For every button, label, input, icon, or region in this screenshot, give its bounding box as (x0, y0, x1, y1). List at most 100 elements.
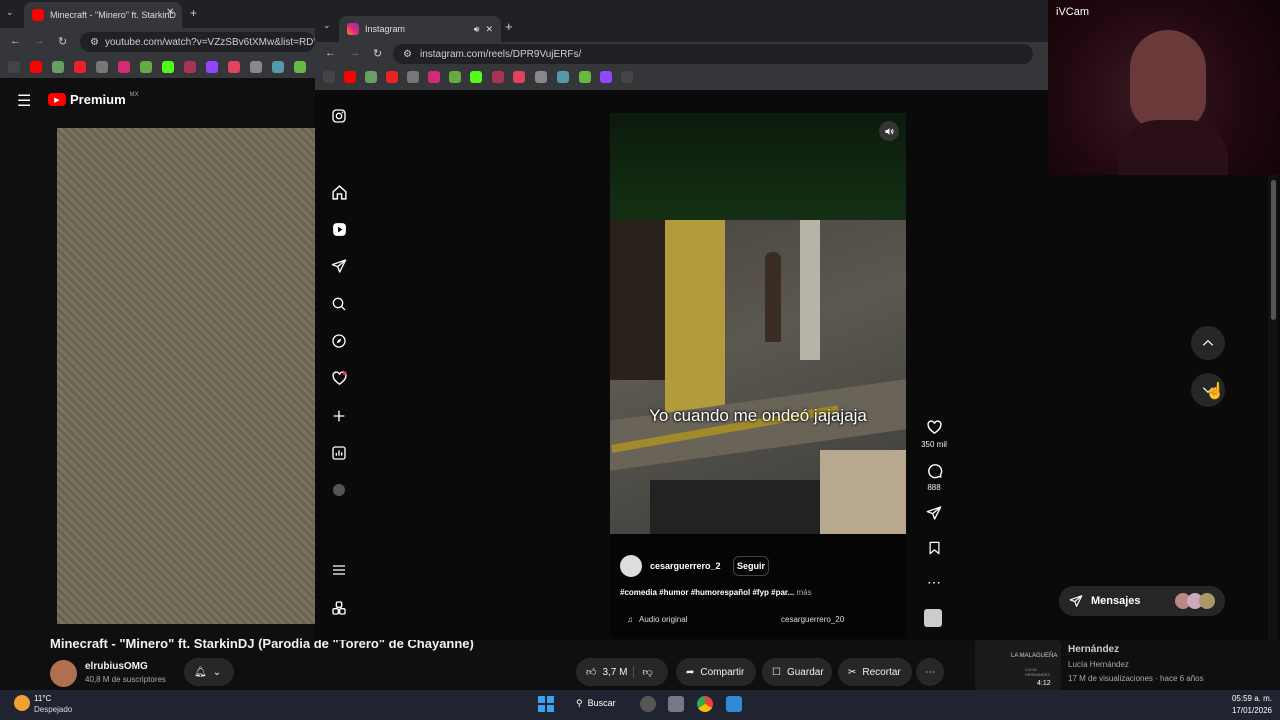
bookmark-instagram-icon[interactable] (118, 61, 130, 73)
profile-avatar-icon[interactable] (329, 480, 349, 500)
bookmark-tool-icon[interactable] (557, 71, 569, 83)
chrome-icon[interactable] (697, 696, 713, 712)
bookmark-ext-icon[interactable] (140, 61, 152, 73)
reel-user-avatar[interactable] (620, 555, 642, 577)
bookmark-twitch-icon[interactable] (206, 61, 218, 73)
chevron-up-icon[interactable] (1191, 326, 1225, 360)
site-info-icon: ⚙ (90, 36, 99, 48)
bookmark-s-icon[interactable] (96, 61, 108, 73)
channel-name[interactable]: elrubiusOMG (85, 661, 148, 672)
follow-button[interactable]: Seguir (733, 556, 769, 576)
save-button[interactable]: ☐ Guardar (762, 658, 832, 686)
close-tab-icon[interactable]: ✕ (166, 7, 174, 18)
share-button[interactable]: ➦ Compartir (676, 658, 756, 686)
bookmark-s-icon[interactable] (407, 71, 419, 83)
new-tab-icon[interactable]: + (505, 19, 513, 34)
settings-icon[interactable] (668, 696, 684, 712)
site-info-icon: ⚙ (403, 48, 412, 60)
back-icon[interactable]: ← (325, 47, 336, 59)
instagram-url-field[interactable]: ⚙ instagram.com/reels/DPR9VujERFs/ (393, 44, 1033, 64)
forward-icon[interactable]: → (34, 35, 45, 47)
youtube-url-field[interactable]: ⚙ youtube.com/watch?v=VZzSBv6tXMw&list=R… (80, 32, 315, 52)
explore-icon[interactable] (329, 331, 349, 351)
youtube-video-player[interactable] (57, 128, 315, 624)
bookmark-red-icon[interactable] (74, 61, 86, 73)
bookmark-youtube-icon[interactable] (344, 71, 356, 83)
reels-icon[interactable] (329, 219, 349, 239)
suggestion-thumbnail[interactable]: LA MALAGUEÑA LUCIA HERNANDEZ 4:12 (975, 640, 1061, 690)
clip-button[interactable]: ✂ Recortar (838, 658, 912, 686)
bookmark-icon[interactable] (922, 540, 946, 556)
like-dislike-button[interactable]: 👍︎ 3,7 M 👎︎ (576, 658, 668, 686)
scrollbar-thumb[interactable] (1271, 180, 1276, 320)
more-link[interactable]: más (797, 588, 812, 597)
bookmark-kick-icon[interactable] (470, 71, 482, 83)
threads-icon[interactable] (329, 598, 349, 618)
bookmark-red-icon[interactable] (386, 71, 398, 83)
bookmark-twitch-icon[interactable] (600, 71, 612, 83)
bookmark-kick-icon[interactable] (162, 61, 174, 73)
speaker-icon[interactable] (879, 121, 899, 141)
youtube-premium-logo[interactable]: ▶ Premium MX (48, 92, 139, 107)
tab-youtube[interactable]: Minecraft - "Minero" ft. StarkinD (24, 2, 182, 28)
comment-icon[interactable] (922, 462, 946, 479)
dashboard-icon[interactable] (329, 443, 349, 463)
taskbar-search[interactable]: ⚲ Buscar (576, 698, 616, 709)
bookmark-app-icon[interactable] (492, 71, 504, 83)
bookmark-x-icon[interactable] (8, 61, 20, 73)
subscribed-bell-button[interactable]: 🔔︎ ⌄ (184, 658, 234, 686)
taskbar-app-icon[interactable] (640, 696, 656, 712)
bookmark-w-icon[interactable] (535, 71, 547, 83)
bookmark-ig2-icon[interactable] (228, 61, 240, 73)
menu-icon[interactable] (329, 560, 349, 580)
bookmark-x-icon[interactable] (323, 71, 335, 83)
instagram-icon[interactable] (329, 106, 349, 126)
bookmark-w-icon[interactable] (250, 61, 262, 73)
like-heart-icon[interactable] (922, 419, 946, 436)
search-icon[interactable] (329, 294, 349, 314)
tab-list-icon[interactable]: ⌄ (323, 20, 331, 31)
send-icon[interactable] (329, 256, 349, 276)
channel-avatar[interactable] (50, 660, 77, 687)
bookmark-extra-icon[interactable] (294, 61, 306, 73)
page-scrollbar[interactable] (1268, 175, 1278, 640)
bookmark-extra-icon[interactable] (579, 71, 591, 83)
reel-video[interactable] (610, 220, 906, 534)
bookmark-tool-icon[interactable] (272, 61, 284, 73)
tab-audio-icon[interactable]: 🔊︎ (474, 24, 480, 35)
tab-list-icon[interactable]: ⌄ (6, 7, 14, 18)
yt-menu-icon[interactable]: ☰ (17, 91, 31, 111)
audio-user[interactable]: cesarguerrero_20 (781, 615, 844, 624)
share-send-icon[interactable] (922, 505, 946, 521)
tab-title: Minecraft - "Minero" ft. StarkinD (50, 10, 176, 20)
reload-icon[interactable]: ↻ (373, 47, 382, 60)
messages-button[interactable]: Mensajes (1059, 586, 1225, 616)
more-icon[interactable]: ⋯ (922, 574, 946, 591)
heart-icon[interactable] (329, 368, 349, 388)
new-tab-icon[interactable]: + (190, 6, 197, 20)
bookmark-tiktok-icon[interactable] (621, 71, 633, 83)
tab-instagram[interactable]: Instagram 🔊︎ ✕ (339, 16, 501, 42)
bookmark-ext-icon[interactable] (449, 71, 461, 83)
bookmark-shop-icon[interactable] (52, 61, 64, 73)
windows-start-icon[interactable] (538, 696, 554, 712)
bookmark-ig2-icon[interactable] (513, 71, 525, 83)
bookmark-app-icon[interactable] (184, 61, 196, 73)
home-icon[interactable] (329, 182, 349, 202)
more-actions-button[interactable]: ⋯ (916, 658, 944, 686)
bookmark-youtube-icon[interactable] (30, 61, 42, 73)
create-icon[interactable] (329, 406, 349, 426)
weather-icon[interactable] (14, 695, 30, 711)
reload-icon[interactable]: ↻ (58, 35, 67, 48)
bookmark-instagram-icon[interactable] (428, 71, 440, 83)
forward-icon[interactable]: → (349, 47, 360, 59)
reel-username[interactable]: cesarguerrero_2 (650, 561, 721, 571)
close-tab-icon[interactable]: ✕ (485, 24, 493, 35)
suggestion-title[interactable]: Hernández (1068, 644, 1119, 655)
premium-region: MX (129, 91, 139, 98)
bookmark-shop-icon[interactable] (365, 71, 377, 83)
app-icon[interactable] (726, 696, 742, 712)
back-icon[interactable]: ← (10, 35, 21, 47)
audio-thumbnail[interactable] (924, 609, 942, 627)
audio-info[interactable]: ♫ Audio original (627, 615, 687, 624)
